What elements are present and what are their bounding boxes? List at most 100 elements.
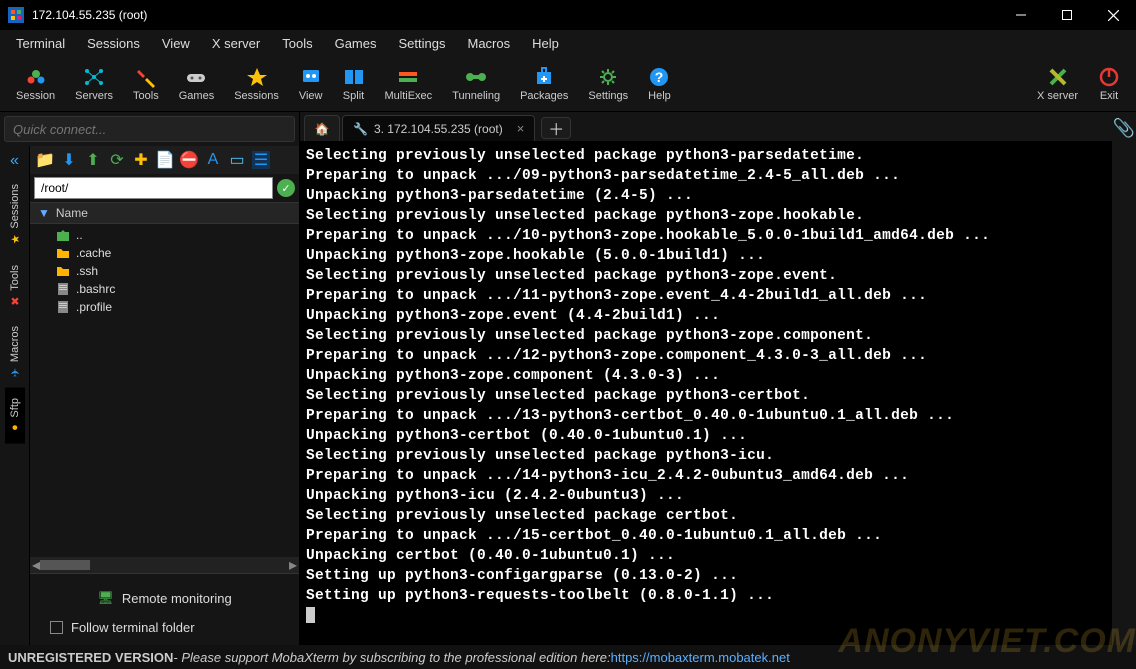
sftp-item[interactable]: .cache bbox=[30, 244, 299, 262]
folder-icon bbox=[56, 264, 70, 278]
view-icon bbox=[300, 66, 322, 88]
sftp-path-row: ✓ bbox=[30, 174, 299, 202]
toolbar-x-server[interactable]: X server bbox=[1027, 64, 1088, 104]
follow-terminal-checkbox[interactable]: Follow terminal folder bbox=[38, 614, 291, 637]
home-icon: 🏠 bbox=[315, 122, 330, 136]
menu-games[interactable]: Games bbox=[325, 33, 387, 54]
menu-terminal[interactable]: Terminal bbox=[6, 33, 75, 54]
menu-view[interactable]: View bbox=[152, 33, 200, 54]
games-icon bbox=[185, 66, 207, 88]
sftp-item[interactable]: .. bbox=[30, 226, 299, 244]
vtab-label: Sftp bbox=[9, 398, 21, 418]
toolbar-label: View bbox=[299, 90, 323, 102]
session-tab-label: 3. 172.104.55.235 (root) bbox=[374, 122, 503, 136]
star-icon bbox=[246, 66, 268, 88]
remote-monitoring-button[interactable]: 🖥 Remote monitoring bbox=[38, 582, 291, 614]
sftp-delete-icon[interactable]: ⛔ bbox=[180, 151, 198, 169]
quick-connect-input[interactable] bbox=[4, 116, 295, 142]
menu-help[interactable]: Help bbox=[522, 33, 569, 54]
sftp-path-ok-icon[interactable]: ✓ bbox=[277, 179, 295, 197]
sftp-item[interactable]: .profile bbox=[30, 298, 299, 316]
status-message: - Please support MobaXterm by subscribin… bbox=[173, 650, 610, 665]
vtab-sftp[interactable]: ●Sftp bbox=[5, 388, 25, 444]
new-tab-button[interactable]: ＋ bbox=[541, 117, 571, 139]
sort-indicator-icon: ▼ bbox=[38, 206, 50, 220]
scroll-thumb[interactable] bbox=[40, 560, 90, 570]
toolbar-label: X server bbox=[1037, 90, 1078, 102]
sftp-list-header[interactable]: ▼ Name bbox=[30, 202, 299, 224]
vtab-sessions[interactable]: ★Sessions bbox=[5, 174, 25, 255]
pkg-icon bbox=[533, 66, 555, 88]
sftp-path-input[interactable] bbox=[34, 177, 273, 199]
menu-settings[interactable]: Settings bbox=[389, 33, 456, 54]
toolbar-games[interactable]: Games bbox=[169, 64, 224, 104]
sftp-props-icon[interactable]: ▭ bbox=[228, 151, 246, 169]
sftp-item[interactable]: .ssh bbox=[30, 262, 299, 280]
sftp-newfolder-icon[interactable]: ✚ bbox=[132, 151, 150, 169]
toolbar-exit[interactable]: Exit bbox=[1088, 64, 1130, 104]
file-icon bbox=[56, 282, 70, 296]
subscribe-link[interactable]: https://mobaxterm.mobatek.net bbox=[611, 650, 790, 665]
toolbar-tools[interactable]: Tools bbox=[123, 64, 169, 104]
file-name: .profile bbox=[76, 300, 112, 314]
maximize-button[interactable] bbox=[1044, 0, 1090, 30]
toolbar-multiexec[interactable]: MultiExec bbox=[375, 64, 443, 104]
sftp-newfile-icon[interactable]: 📄 bbox=[156, 151, 174, 169]
toolbar-label: Tools bbox=[133, 90, 159, 102]
scroll-right-icon[interactable]: ▸ bbox=[289, 555, 297, 575]
main-area: 🏠 🔧 3. 172.104.55.235 (root) × ＋ Selecti… bbox=[300, 112, 1112, 645]
toolbar-session[interactable]: Session bbox=[6, 64, 65, 104]
file-name: .cache bbox=[76, 246, 111, 260]
menu-tools[interactable]: Tools bbox=[272, 33, 322, 54]
session-tab[interactable]: 🔧 3. 172.104.55.235 (root) × bbox=[342, 115, 535, 141]
sftp-panel: 📁 ⬇ ⬆ ⟳ ✚ 📄 ⛔ A ▭ ☰ ✓ ▼ Name bbox=[30, 146, 299, 645]
terminal-output[interactable]: Selecting previously unselected package … bbox=[300, 142, 1112, 645]
exit-icon bbox=[1098, 66, 1120, 88]
toolbar-help[interactable]: ?Help bbox=[638, 64, 681, 104]
toolbar-packages[interactable]: Packages bbox=[510, 64, 578, 104]
toolbar-split[interactable]: Split bbox=[333, 64, 375, 104]
sftp-download-icon[interactable]: ⬇ bbox=[60, 151, 78, 169]
tunnel-icon bbox=[465, 66, 487, 88]
app-icon bbox=[8, 7, 24, 23]
toolbar-label: Split bbox=[343, 90, 364, 102]
paperclip-icon[interactable]: 📎 bbox=[1113, 118, 1135, 139]
column-name: Name bbox=[56, 206, 88, 220]
toolbar-label: Packages bbox=[520, 90, 568, 102]
sftp-file-list: .. .cache .ssh .bashrc .profile bbox=[30, 224, 299, 551]
minimize-button[interactable] bbox=[998, 0, 1044, 30]
toolbar-tunneling[interactable]: Tunneling bbox=[442, 64, 510, 104]
vtab-label: Macros bbox=[9, 326, 21, 362]
menu-macros[interactable]: Macros bbox=[457, 33, 520, 54]
sftp-hscrollbar[interactable]: ◂ ▸ bbox=[30, 557, 299, 573]
sftp-view-icon[interactable]: ☰ bbox=[252, 151, 270, 169]
close-button[interactable] bbox=[1090, 0, 1136, 30]
right-edge-bar: 📎 bbox=[1112, 112, 1136, 645]
session-icon bbox=[25, 66, 47, 88]
toolbar-label: Session bbox=[16, 90, 55, 102]
home-tab[interactable]: 🏠 bbox=[304, 115, 340, 141]
left-panel: « ★Sessions ✖Tools ✈Macros ●Sftp 📁 ⬇ ⬆ ⟳… bbox=[0, 112, 300, 645]
sftp-item[interactable]: .bashrc bbox=[30, 280, 299, 298]
collapse-left-icon[interactable]: « bbox=[6, 148, 23, 174]
toolbar-view[interactable]: View bbox=[289, 64, 333, 104]
sftp-up-icon[interactable]: 📁 bbox=[36, 151, 54, 169]
sftp-edit-icon[interactable]: A bbox=[204, 151, 222, 169]
toolbar-label: Sessions bbox=[234, 90, 279, 102]
tab-close-icon[interactable]: × bbox=[517, 121, 525, 136]
unregistered-label: UNREGISTERED VERSION bbox=[8, 650, 173, 665]
menu-x-server[interactable]: X server bbox=[202, 33, 270, 54]
vtab-tools[interactable]: ✖Tools bbox=[5, 255, 25, 317]
scroll-left-icon[interactable]: ◂ bbox=[32, 555, 40, 575]
toolbar-label: Servers bbox=[75, 90, 113, 102]
toolbar-sessions[interactable]: Sessions bbox=[224, 64, 289, 104]
sftp-upload-icon[interactable]: ⬆ bbox=[84, 151, 102, 169]
svg-text:?: ? bbox=[655, 69, 664, 85]
follow-label: Follow terminal folder bbox=[71, 620, 195, 635]
sftp-refresh-icon[interactable]: ⟳ bbox=[108, 151, 126, 169]
file-name: .bashrc bbox=[76, 282, 115, 296]
toolbar-servers[interactable]: Servers bbox=[65, 64, 123, 104]
vtab-macros[interactable]: ✈Macros bbox=[5, 316, 25, 388]
toolbar-settings[interactable]: Settings bbox=[578, 64, 638, 104]
menu-sessions[interactable]: Sessions bbox=[77, 33, 150, 54]
